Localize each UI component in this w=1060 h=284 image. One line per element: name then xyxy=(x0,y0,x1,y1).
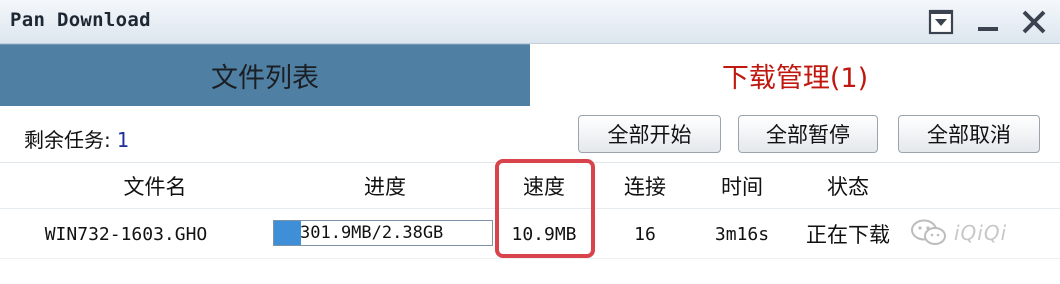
minimize-button[interactable] xyxy=(970,4,1006,40)
tab-download-manager[interactable]: 下载管理(1) xyxy=(530,44,1060,106)
row-connections: 16 xyxy=(634,223,656,245)
column-header-progress[interactable]: 进度 xyxy=(290,163,480,209)
row-status: 正在下载 xyxy=(806,223,890,247)
close-button[interactable] xyxy=(1016,4,1052,40)
tab-bar: 文件列表 下载管理(1) xyxy=(0,44,1060,106)
row-progress-text: 301.9MB/2.38GB xyxy=(300,223,444,243)
close-icon xyxy=(1022,10,1046,34)
row-progress-bar: 301.9MB/2.38GB xyxy=(273,220,493,246)
remaining-tasks-count: 1 xyxy=(116,128,129,152)
wechat-icon xyxy=(911,219,946,245)
table-empty-area xyxy=(0,258,1060,284)
watermark-text: iQiQi xyxy=(954,221,1008,245)
remaining-tasks-label: 剩余任务: xyxy=(24,128,111,152)
progress-fill xyxy=(274,221,302,245)
tab-file-list[interactable]: 文件列表 xyxy=(0,44,530,106)
row-time: 3m16s xyxy=(714,223,770,245)
window-menu-button[interactable] xyxy=(924,4,960,40)
speed-highlight-box xyxy=(495,159,595,258)
dropdown-box-icon xyxy=(928,9,954,35)
watermark: iQiQi xyxy=(910,215,1007,251)
remaining-tasks: 剩余任务: 1 xyxy=(24,124,129,153)
start-all-button[interactable]: 全部开始 xyxy=(578,115,721,153)
cancel-all-button[interactable]: 全部取消 xyxy=(898,115,1040,153)
minimize-icon xyxy=(978,27,998,31)
title-bar: Pan Download xyxy=(0,0,1060,44)
pause-all-button[interactable]: 全部暂停 xyxy=(738,115,878,153)
column-header-status[interactable]: 状态 xyxy=(800,163,896,209)
column-header-connections[interactable]: 连接 xyxy=(600,163,690,209)
column-header-time[interactable]: 时间 xyxy=(700,163,784,209)
column-header-filename[interactable]: 文件名 xyxy=(60,163,250,209)
row-filename: WIN732-1603.GHO xyxy=(44,223,208,245)
window-title: Pan Download xyxy=(10,9,151,31)
